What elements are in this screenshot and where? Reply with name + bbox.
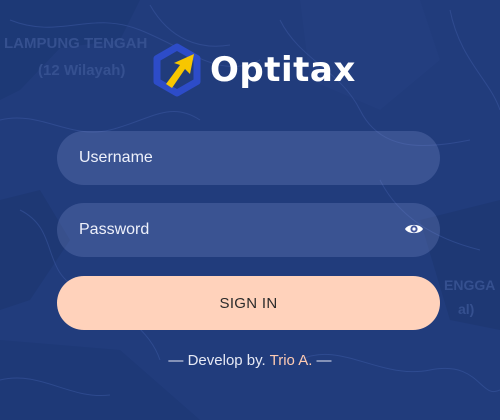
- footer-suffix: —: [312, 352, 332, 369]
- map-label: al): [458, 301, 474, 317]
- username-field[interactable]: [57, 131, 440, 185]
- brand-name: Optitax: [210, 50, 356, 90]
- username-input[interactable]: [57, 131, 440, 185]
- footer-credit: — Develop by. Trio A. —: [0, 352, 500, 369]
- password-field[interactable]: [57, 203, 440, 257]
- footer-prefix: — Develop by.: [168, 352, 270, 369]
- map-label: LAMPUNG TENGAH: [4, 35, 147, 52]
- brand-logo: Optitax: [150, 43, 356, 97]
- map-label: (12 Wilayah): [38, 62, 125, 79]
- hexagon-arrow-logo-icon: [153, 43, 201, 97]
- eye-icon[interactable]: [404, 221, 424, 237]
- footer-author: Trio A.: [269, 352, 313, 369]
- sign-in-button[interactable]: SIGN IN: [57, 276, 440, 330]
- map-label: ENGGA: [444, 277, 495, 293]
- password-input[interactable]: [57, 203, 440, 257]
